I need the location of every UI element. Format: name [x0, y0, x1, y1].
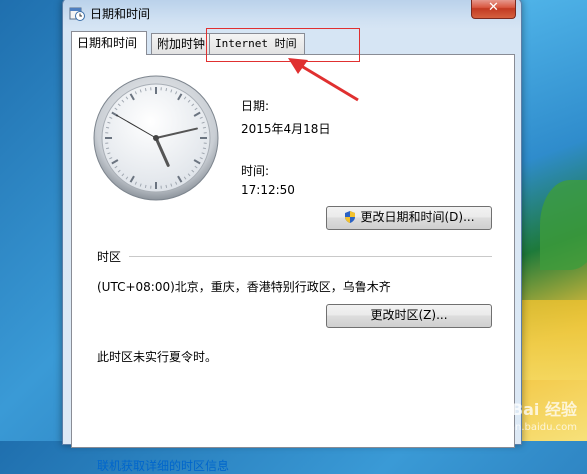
clock-minute-tick [145, 88, 146, 91]
clock-minute-tick [203, 148, 206, 149]
clock-minute-tick [145, 185, 146, 188]
clock-minute-tick [203, 127, 206, 128]
change-datetime-button[interactable]: 更改日期和时间(D)... [326, 206, 492, 230]
clock-minute-tick [106, 148, 109, 149]
timezone-value: (UTC+08:00)北京，重庆，香港特别行政区，乌鲁木齐 [97, 278, 391, 295]
tab-datetime[interactable]: 日期和时间 [71, 31, 147, 55]
clock-minute-tick [166, 185, 167, 188]
clock-minute-tick [166, 88, 167, 91]
change-timezone-label: 更改时区(Z)... [370, 308, 447, 322]
time-label: 时间: [241, 162, 269, 179]
timezone-info-link[interactable]: 联机获取详细的时区信息 [97, 457, 229, 474]
tab-panel-datetime: 日期: 2015年4月18日 时间: 17:12:50 更改日期和时间(D)..… [71, 54, 515, 448]
change-timezone-button[interactable]: 更改时区(Z)... [326, 304, 492, 328]
title-bar[interactable]: 日期和时间 ✕ [63, 0, 521, 27]
dst-note: 此时区未实行夏令时。 [97, 348, 217, 365]
timezone-divider [129, 256, 492, 257]
uac-shield-icon [343, 210, 357, 224]
watermark: Bai 经验 jingyan.baidu.com [485, 401, 577, 437]
window-title: 日期和时间 [90, 5, 150, 22]
timezone-section-label: 时区 [97, 248, 121, 265]
annotation-arrow-icon [280, 50, 370, 110]
watermark-brand: Bai 经验 [511, 400, 577, 419]
wallpaper-band [520, 300, 587, 380]
change-datetime-label: 更改日期和时间(D)... [360, 210, 474, 224]
close-icon: ✕ [488, 0, 499, 15]
time-value: 17:12:50 [241, 183, 295, 197]
close-button[interactable]: ✕ [471, 0, 516, 19]
datetime-app-icon [69, 5, 85, 21]
date-value: 2015年4月18日 [241, 120, 330, 137]
wallpaper-leaf [540, 180, 587, 270]
date-label: 日期: [241, 97, 269, 114]
tab-additional-clocks[interactable]: 附加时钟 [151, 33, 213, 54]
clock-minute-tick [106, 127, 109, 128]
watermark-url: jingyan.baidu.com [485, 419, 577, 437]
analog-clock [93, 75, 219, 201]
